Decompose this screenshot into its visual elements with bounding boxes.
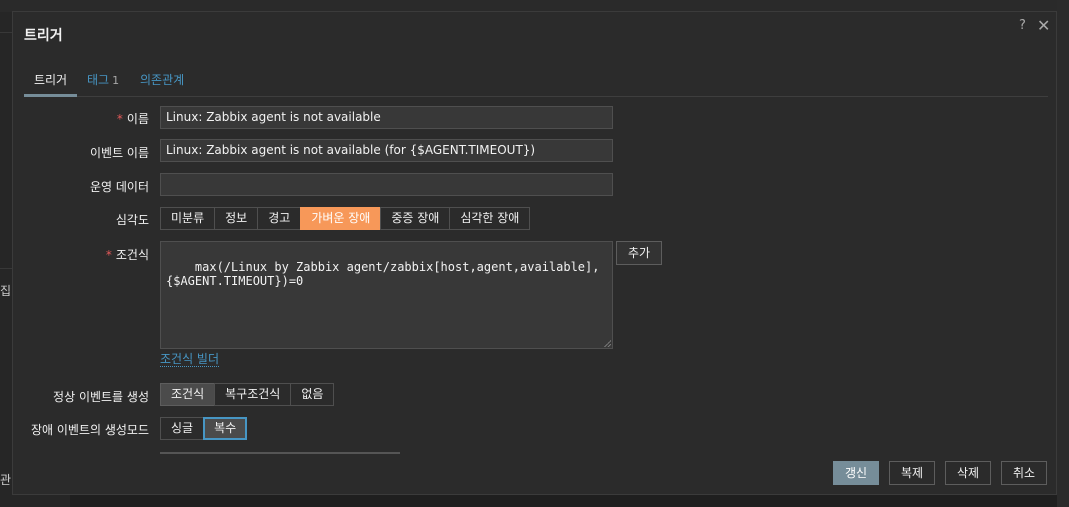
problem-mode-selector: 싱글 복수	[160, 417, 248, 440]
cancel-button[interactable]: 취소	[1001, 461, 1047, 485]
severity-selector: 미분류 정보 경고 가벼운 장애 중증 장애 심각한 장애	[160, 207, 531, 230]
severity-information[interactable]: 정보	[214, 207, 259, 230]
tab-bar: 트리거 태그 1 의존관계	[24, 70, 1048, 97]
name-label: * 이름	[117, 110, 149, 127]
tab-tags[interactable]: 태그 1	[87, 70, 119, 94]
tab-trigger[interactable]: 트리거	[24, 70, 77, 97]
dialog-title: 트리거	[24, 28, 63, 44]
problem-mode-multiple[interactable]: 복수	[203, 417, 248, 440]
tab-dependencies[interactable]: 의존관계	[140, 70, 184, 94]
severity-average[interactable]: 가벼운 장애	[300, 207, 382, 230]
resize-handle[interactable]	[604, 340, 611, 347]
ok-event-selector: 조건식 복구조건식 없음	[160, 383, 335, 406]
required-marker: *	[116, 112, 123, 126]
required-marker: *	[105, 248, 112, 262]
expression-text: max(/Linux by Zabbix agent/zabbix[host,a…	[166, 260, 600, 288]
expression-label-text: 조건식	[115, 248, 149, 262]
problem-mode-single[interactable]: 싱글	[160, 417, 205, 440]
event-name-field[interactable]: Linux: Zabbix agent is not available (fo…	[160, 139, 613, 162]
background-right-panel	[1057, 0, 1069, 507]
severity-warning[interactable]: 경고	[257, 207, 302, 230]
expression-label: * 조건식	[106, 246, 149, 263]
name-field[interactable]: Linux: Zabbix agent is not available	[160, 106, 613, 129]
severity-high[interactable]: 중증 장애	[380, 207, 451, 230]
background-divider	[0, 32, 12, 33]
tab-label: 태그	[87, 73, 110, 87]
close-icon[interactable]: ✕	[1037, 16, 1050, 35]
opdata-label: 운영 데이터	[89, 180, 149, 194]
ok-event-label: 정상 이벤트를 생성	[53, 390, 149, 404]
ok-event-recovery-expression[interactable]: 복구조건식	[214, 383, 292, 406]
tab-count-badge: 1	[112, 74, 120, 87]
background-text: 집	[0, 284, 12, 298]
expression-textarea[interactable]: max(/Linux by Zabbix agent/zabbix[host,a…	[160, 241, 613, 349]
severity-not-classified[interactable]: 미분류	[160, 207, 216, 230]
trigger-dialog: 트리거 ? ✕ 트리거 태그 1 의존관계 * 이름 Linux: Zabbix a…	[12, 11, 1057, 495]
opdata-field[interactable]	[160, 173, 613, 196]
severity-label: 심각도	[115, 213, 149, 227]
event-name-label: 이벤트 이름	[89, 146, 149, 160]
help-icon[interactable]: ?	[1019, 18, 1026, 33]
tab-label: 의존관계	[140, 73, 185, 87]
severity-disaster[interactable]: 심각한 장애	[449, 207, 531, 230]
background-divider	[0, 268, 12, 269]
add-expression-button[interactable]: 추가	[616, 241, 662, 265]
expression-builder-link[interactable]: 조건식 빌더	[160, 352, 220, 367]
scroll-cutoff-divider	[160, 452, 400, 454]
delete-button[interactable]: 삭제	[945, 461, 991, 485]
name-label-text: 이름	[126, 112, 149, 126]
tab-label: 트리거	[33, 73, 68, 87]
problem-mode-label: 장애 이벤트의 생성모드	[30, 423, 149, 437]
update-button[interactable]: 갱신	[833, 461, 879, 485]
clone-button[interactable]: 복제	[889, 461, 935, 485]
ok-event-expression[interactable]: 조건식	[160, 383, 216, 406]
ok-event-none[interactable]: 없음	[290, 383, 335, 406]
background-text: 관	[0, 473, 12, 487]
